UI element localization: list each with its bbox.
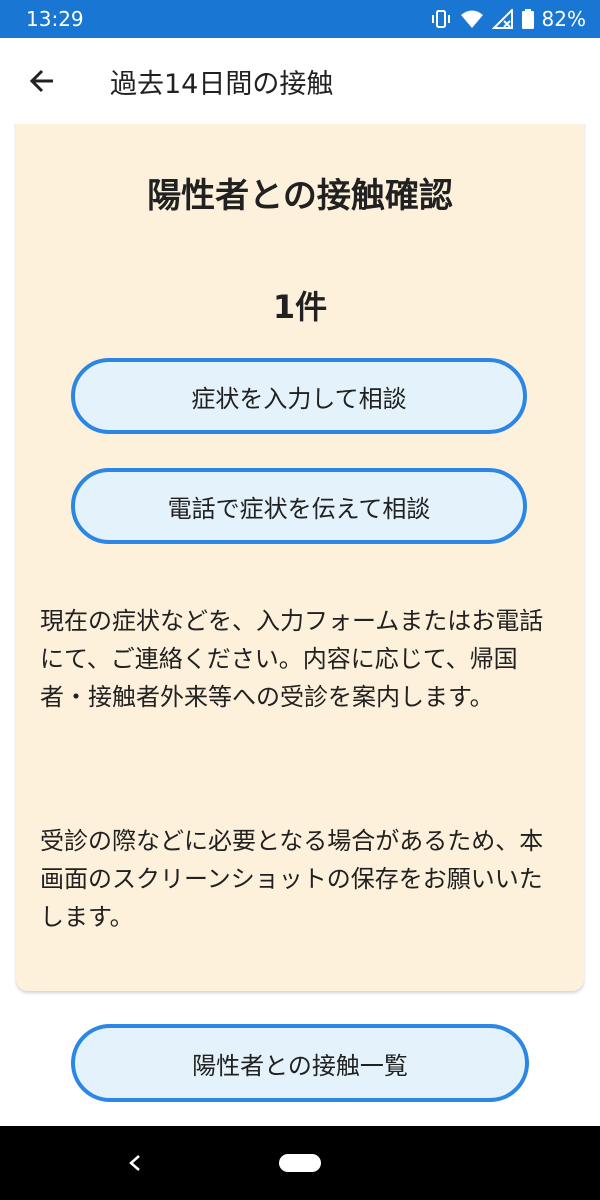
screenshot-note-text: 受診の際などに必要となる場合があるため、本画面のスクリーンショットの保存をお願い… <box>40 827 544 931</box>
battery-icon <box>521 9 534 29</box>
input-symptoms-button[interactable]: 症状を入力して相談 <box>71 358 527 434</box>
wifi-icon <box>460 9 484 29</box>
card-title: 陽性者との接触確認 <box>147 176 453 216</box>
back-button[interactable] <box>12 51 72 111</box>
no-signal-icon <box>491 9 514 29</box>
instruction-text: 現在の症状などを、入力フォームまたはお電話にて、ご連絡ください。内容に応じて、帰… <box>40 607 544 711</box>
vibrate-icon <box>430 9 452 29</box>
page-title: 過去14日間の接触 <box>110 68 334 100</box>
app-bar: 過去14日間の接触 <box>0 38 600 124</box>
status-time: 13:29 <box>26 7 84 31</box>
call-consult-button[interactable]: 電話で症状を伝えて相談 <box>71 468 527 544</box>
nav-back-icon <box>129 1155 140 1171</box>
arrow-back-icon <box>29 69 53 93</box>
contact-list-button[interactable]: 陽性者との接触一覧 <box>71 1024 529 1102</box>
contact-count: 1件 <box>272 288 328 326</box>
system-nav-bar <box>0 1126 600 1200</box>
status-icons: 82% <box>430 7 586 31</box>
contact-card: 陽性者との接触確認 1件 症状を入力して相談 電話で症状を伝えて相談 現在の症状… <box>16 124 584 991</box>
battery-percent: 82% <box>541 7 586 31</box>
nav-home-button[interactable] <box>279 1154 321 1172</box>
content-scroll[interactable]: 陽性者との接触確認 1件 症状を入力して相談 電話で症状を伝えて相談 現在の症状… <box>0 124 600 1126</box>
status-bar: 13:29 82% <box>0 0 600 38</box>
nav-back-button[interactable] <box>120 1148 150 1178</box>
